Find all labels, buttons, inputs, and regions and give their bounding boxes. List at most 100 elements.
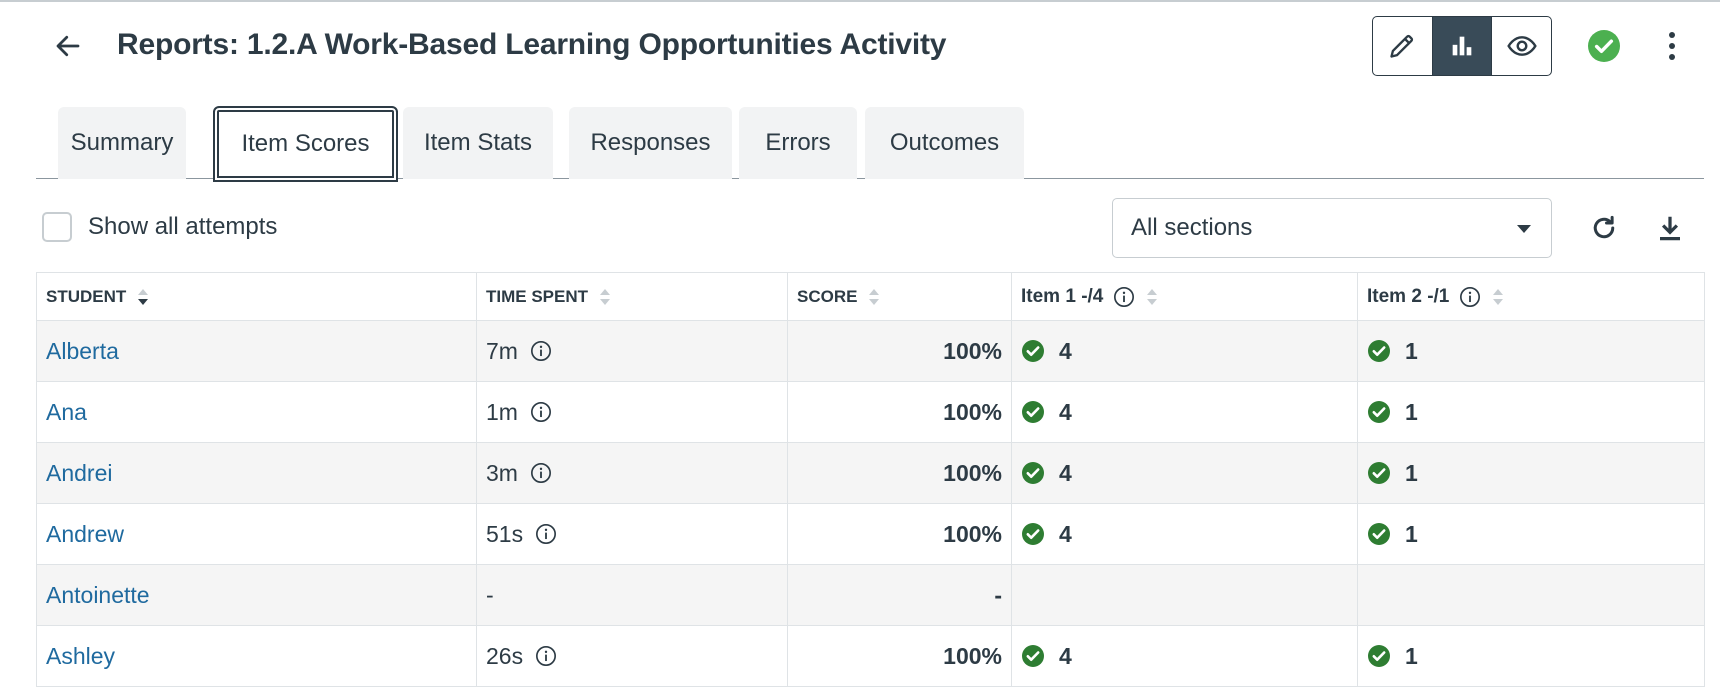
column-header-label: TIME SPENT (486, 286, 589, 306)
show-all-attempts-label: Show all attempts (88, 213, 278, 240)
info-icon[interactable] (1113, 286, 1135, 308)
item-1-cell (1011, 564, 1358, 626)
show-all-attempts-checkbox[interactable] (42, 212, 72, 242)
time-spent-cell: 1m (476, 381, 788, 443)
student-cell: Antoinette (36, 564, 477, 626)
info-icon[interactable] (530, 462, 552, 484)
correct-check-icon (1021, 339, 1045, 363)
arrow-left-icon (56, 35, 80, 57)
time-spent-value: 7m (486, 337, 518, 364)
student-link[interactable]: Alberta (46, 338, 119, 364)
item-2-cell: 1 (1357, 625, 1705, 687)
item-2-cell: 1 (1357, 320, 1705, 382)
info-icon[interactable] (530, 340, 552, 362)
table-row: Ashley 26s 100% 4 1 (36, 625, 1705, 687)
tab-item-scores[interactable]: Item Scores (213, 106, 398, 182)
tab-outcomes[interactable]: Outcomes (865, 107, 1024, 179)
time-spent-value: 3m (486, 459, 518, 486)
item-1-points: 4 (1059, 398, 1072, 425)
section-select[interactable]: All sections (1112, 198, 1552, 258)
report-toolbar: Show all attempts All sections (36, 196, 1704, 260)
sort-descending-icon[interactable] (136, 287, 150, 307)
correct-check-icon (1367, 522, 1391, 546)
reports-mode-button[interactable] (1431, 17, 1492, 75)
table-row: Ana 1m 100% 4 1 (36, 381, 1705, 443)
score-value: 100% (943, 459, 1002, 486)
item-2-points: 1 (1405, 337, 1418, 364)
item-1-cell: 4 (1011, 442, 1358, 504)
table-row: Antoinette - - (36, 564, 1705, 626)
table-row: Andrei 3m 100% 4 1 (36, 442, 1705, 504)
correct-check-icon (1367, 339, 1391, 363)
score-cell: 100% (787, 320, 1012, 382)
kebab-menu-icon (1669, 32, 1675, 60)
section-select-value: All sections (1131, 214, 1253, 241)
sort-icon[interactable] (1145, 287, 1159, 307)
correct-check-icon (1367, 644, 1391, 668)
time-spent-cell: - (476, 564, 788, 626)
tab-summary[interactable]: Summary (58, 107, 186, 179)
score-value: 100% (943, 337, 1002, 364)
show-all-attempts-toggle[interactable]: Show all attempts (42, 212, 277, 242)
caret-down-icon (1517, 225, 1531, 233)
score-value: 100% (943, 642, 1002, 669)
student-link[interactable]: Antoinette (46, 582, 150, 608)
tab-responses[interactable]: Responses (569, 107, 732, 179)
column-header-item-2[interactable]: Item 2 -/1 (1357, 272, 1705, 321)
time-spent-cell: 3m (476, 442, 788, 504)
item-1-cell: 4 (1011, 381, 1358, 443)
refresh-button[interactable] (1586, 210, 1622, 246)
score-value: 100% (943, 398, 1002, 425)
item-scores-table: STUDENT TIME SPENT SCORE Item 1 -/4 Item… (36, 272, 1705, 687)
view-mode-toggle (1372, 16, 1552, 76)
score-cell: 100% (787, 625, 1012, 687)
student-link[interactable]: Andrew (46, 521, 124, 547)
item-2-cell: 1 (1357, 442, 1705, 504)
page-title: Reports: 1.2.A Work-Based Learning Oppor… (117, 28, 947, 61)
download-button[interactable] (1652, 210, 1688, 246)
item-1-cell: 4 (1011, 625, 1358, 687)
refresh-icon (1593, 215, 1615, 239)
item-2-points: 1 (1405, 520, 1418, 547)
edit-mode-button[interactable] (1373, 17, 1432, 75)
item-1-points: 4 (1059, 520, 1072, 547)
sort-icon[interactable] (867, 287, 881, 307)
tab-errors[interactable]: Errors (739, 107, 857, 179)
page-header: Reports: 1.2.A Work-Based Learning Oppor… (0, 0, 1720, 96)
back-button[interactable] (50, 28, 86, 64)
student-link[interactable]: Ana (46, 399, 87, 425)
more-options-button[interactable] (1660, 26, 1684, 66)
item-1-points: 4 (1059, 642, 1072, 669)
info-icon[interactable] (535, 645, 557, 667)
correct-check-icon (1367, 400, 1391, 424)
table-body: Alberta 7m 100% 4 1 Ana 1m 100% 4 1 Andrei 3m 100% 4 1… (36, 320, 1705, 687)
column-header-time-spent[interactable]: TIME SPENT (476, 272, 788, 321)
tab-item-stats[interactable]: Item Stats (403, 107, 553, 179)
download-icon (1660, 216, 1680, 241)
correct-check-icon (1021, 461, 1045, 485)
item-2-points: 1 (1405, 459, 1418, 486)
student-link[interactable]: Andrei (46, 460, 112, 486)
column-header-score[interactable]: SCORE (787, 272, 1012, 321)
column-header-item-1[interactable]: Item 1 -/4 (1011, 272, 1358, 321)
sort-icon[interactable] (598, 287, 612, 307)
student-link[interactable]: Ashley (46, 643, 115, 669)
column-header-student[interactable]: STUDENT (36, 272, 477, 321)
info-icon[interactable] (530, 401, 552, 423)
check-circle-icon (1588, 30, 1620, 62)
sort-icon[interactable] (1491, 287, 1505, 307)
eye-icon (1506, 36, 1537, 56)
table-row: Alberta 7m 100% 4 1 (36, 320, 1705, 382)
item-1-points: 4 (1059, 337, 1072, 364)
time-spent-value: 26s (486, 642, 524, 669)
score-value: - (994, 581, 1002, 608)
item-2-cell: 1 (1357, 503, 1705, 565)
student-cell: Alberta (36, 320, 477, 382)
bar-chart-icon (1452, 36, 1472, 56)
preview-mode-button[interactable] (1491, 17, 1551, 75)
info-icon[interactable] (1459, 286, 1481, 308)
correct-check-icon (1021, 522, 1045, 546)
correct-check-icon (1367, 461, 1391, 485)
info-icon[interactable] (535, 523, 557, 545)
score-cell: 100% (787, 503, 1012, 565)
